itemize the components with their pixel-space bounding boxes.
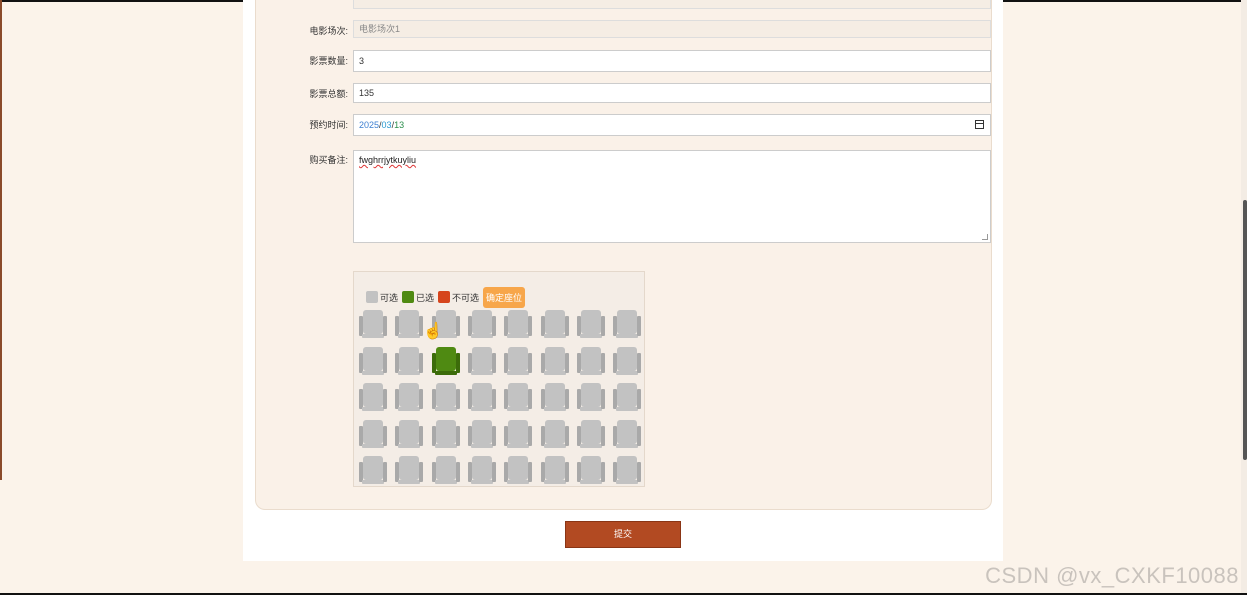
left-edge [0,0,2,480]
seat-available[interactable] [576,419,605,448]
legend-available: 可选 [366,291,398,304]
seat-available[interactable] [613,383,642,411]
legend-selected-label: 已选 [416,292,435,303]
seat-available[interactable] [467,346,496,375]
seat-available[interactable] [540,419,569,448]
seat-available[interactable] [395,310,424,338]
seat-available[interactable] [504,419,533,448]
confirm-seats-button[interactable]: 确定座位 [483,286,526,308]
seat-available[interactable] [467,456,496,484]
seat-available[interactable] [613,310,642,338]
seat-available[interactable] [540,456,569,484]
legend-unavailable-label: 不可选 [452,292,480,303]
seat-available[interactable] [576,383,605,411]
available-seat-icon [366,291,378,303]
seat-available[interactable] [576,346,605,375]
note-textarea[interactable]: fwghrrjytkuyliu [353,150,991,243]
seat-available[interactable] [613,419,642,448]
legend-unavailable: 不可选 [438,291,479,304]
seat-available[interactable] [576,456,605,484]
prev-field [353,0,991,9]
calendar-icon[interactable] [975,120,984,129]
watermark: CSDN @vx_CXKF10088 [985,563,1239,588]
seat-available[interactable] [467,310,496,338]
total-label: 影票总额: [309,89,348,99]
seat-available[interactable] [359,346,387,375]
seat-available[interactable] [504,310,533,338]
seat-available[interactable] [540,383,569,411]
seat-available[interactable] [613,346,642,375]
session-field: 电影场次1 [353,20,991,38]
legend-selected: 已选 [402,291,434,304]
legend-available-label: 可选 [380,292,399,303]
date-input[interactable]: 2025/03/13 [353,114,991,136]
seat-available[interactable] [504,346,533,375]
seat-available[interactable] [359,310,387,338]
seat-available[interactable] [395,456,424,484]
seat-available[interactable] [431,419,460,448]
seat-available[interactable] [395,383,424,411]
seat-map: 可选 已选 不可选 确定座位 [353,271,645,487]
session-label: 电影场次: [309,26,348,36]
total-input[interactable]: 135 [353,83,991,103]
seat-available[interactable] [576,310,605,338]
seat-available[interactable] [467,419,496,448]
scroll-thumb[interactable] [1243,200,1247,460]
date-year: 2025 [359,120,380,130]
date-label: 预约时间: [309,120,348,130]
quantity-input[interactable]: 3 [353,50,991,72]
resize-handle[interactable] [982,234,988,240]
seat-available[interactable] [467,383,496,411]
page-container: 电影场次: 电影场次1 影票数量: 3 影票总额: 135 预约时间: 2025… [243,0,1003,561]
seat-available[interactable] [359,456,387,484]
seat-selected[interactable] [431,346,460,375]
seat-available[interactable] [540,346,569,375]
quantity-label: 影票数量: [309,56,348,66]
selected-seat-icon [402,291,415,303]
note-text: fwghrrjytkuyliu [359,155,417,165]
scrollbar[interactable] [1241,0,1247,595]
seat-available[interactable] [431,456,460,484]
seat-available[interactable] [431,383,460,411]
hand-pointer-icon: ☝ [423,323,443,340]
date-day: 13 [394,120,405,130]
seat-available[interactable] [359,383,387,411]
seat-available[interactable] [613,456,642,484]
seat-available[interactable] [395,346,424,375]
seat-available[interactable] [540,310,569,338]
seat-available[interactable] [395,419,424,448]
seat-legend: 可选 已选 不可选 确定座位 [366,286,526,308]
seat-available[interactable] [504,383,533,411]
note-label: 购买备注: [309,155,348,165]
date-month: 03 [381,120,392,130]
unavailable-seat-icon [438,291,451,303]
seat-available[interactable] [359,419,387,448]
seat-available[interactable] [504,456,533,484]
submit-button[interactable]: 提交 [565,521,681,548]
form-panel: 电影场次: 电影场次1 影票数量: 3 影票总额: 135 预约时间: 2025… [255,0,992,510]
